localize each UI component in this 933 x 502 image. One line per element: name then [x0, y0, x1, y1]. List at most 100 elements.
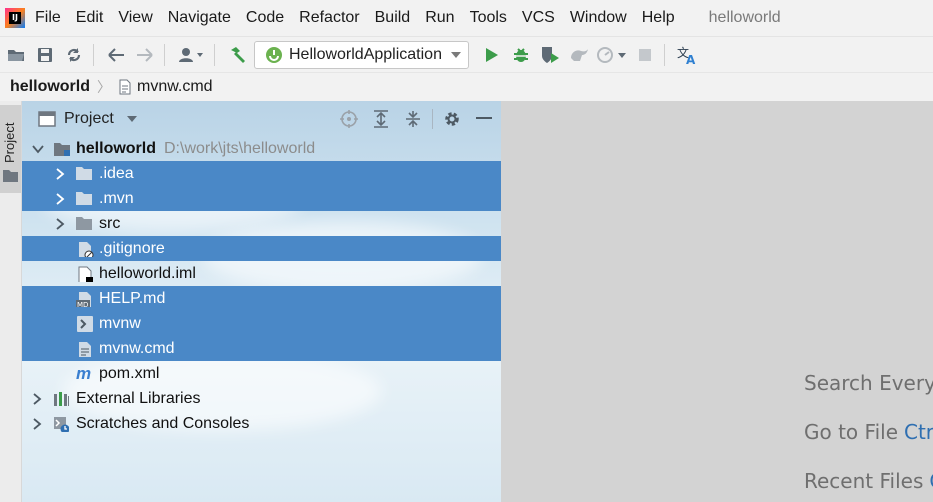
- shell-script-icon: [77, 315, 93, 332]
- expand-all-icon[interactable]: [368, 107, 394, 131]
- tree-root[interactable]: helloworld D:\work\jts\helloworld: [22, 136, 501, 161]
- toolbar-divider: [214, 44, 215, 66]
- menu-refactor[interactable]: Refactor: [292, 0, 367, 36]
- menu-code[interactable]: Code: [239, 0, 292, 36]
- tree-item-src[interactable]: src: [22, 211, 501, 236]
- markdown-file-icon: MD: [76, 291, 91, 307]
- menu-tools[interactable]: Tools: [463, 0, 515, 36]
- recent-files-hint: Recent Files Ctrl: [804, 469, 933, 493]
- svg-text:MD: MD: [77, 301, 88, 307]
- ignored-file-icon: [79, 241, 94, 257]
- tree-item-label: .idea: [99, 164, 134, 182]
- svg-text:A: A: [686, 53, 696, 65]
- editor-empty-area: Search Everywhere Go to File Ctrl Recent …: [501, 101, 933, 502]
- search-everywhere-hint: Search Everywhere: [804, 371, 933, 395]
- breadcrumb-separator-icon: 〉: [97, 79, 111, 95]
- tree-item-mvnw-cmd[interactable]: mvnw.cmd: [22, 336, 501, 361]
- project-tab-label: Project: [2, 122, 17, 163]
- tree-item-pom[interactable]: m pom.xml: [22, 361, 501, 386]
- tree-item-gitignore[interactable]: .gitignore: [22, 236, 501, 261]
- save-icon[interactable]: [32, 42, 58, 68]
- toolbar-divider: [663, 44, 665, 66]
- menu-file[interactable]: File: [35, 0, 69, 36]
- gear-icon[interactable]: [439, 107, 465, 131]
- chevron-right-icon[interactable]: [31, 417, 43, 430]
- collapse-all-icon[interactable]: [400, 107, 426, 131]
- minimize-icon[interactable]: [471, 107, 497, 131]
- user-account-icon[interactable]: [174, 42, 208, 68]
- menu-vcs[interactable]: VCS: [515, 0, 563, 36]
- chevron-right-icon[interactable]: [54, 192, 66, 205]
- menu-run[interactable]: Run: [418, 0, 462, 36]
- tree-item-label: Scratches and Consoles: [76, 414, 250, 432]
- chevron-down-icon[interactable]: [126, 115, 138, 123]
- chevron-down-icon: [450, 52, 461, 58]
- shortcut-key: Ctrl: [929, 469, 933, 493]
- sync-icon[interactable]: [61, 42, 87, 68]
- tree-item-scratches[interactable]: Scratches and Consoles: [22, 411, 501, 436]
- chevron-right-icon[interactable]: [54, 167, 66, 180]
- project-view-icon: [38, 110, 56, 127]
- tree-item-label: mvnw: [99, 314, 141, 332]
- tree-item-label: HELP.md: [99, 289, 166, 307]
- window-title: helloworld: [708, 9, 781, 26]
- menu-build[interactable]: Build: [368, 0, 419, 36]
- breadcrumb-file[interactable]: mvnw.cmd: [137, 78, 213, 96]
- run-configuration-dropdown[interactable]: HelloworldApplication: [254, 41, 469, 69]
- hint-text: Go to File: [804, 420, 898, 444]
- forward-arrow-icon[interactable]: [132, 42, 158, 68]
- profile-icon[interactable]: [566, 42, 592, 68]
- translate-icon[interactable]: 文A: [674, 42, 700, 68]
- tree-item-external-libraries[interactable]: External Libraries: [22, 386, 501, 411]
- folder-icon: [76, 166, 92, 180]
- menu-window[interactable]: Window: [563, 0, 635, 36]
- menu-view[interactable]: View: [111, 0, 160, 36]
- tool-window-strip: Project: [0, 101, 22, 502]
- libraries-icon: [54, 391, 69, 406]
- main-toolbar: HelloworldApplication 文A: [0, 36, 933, 73]
- breadcrumb: helloworld 〉 mvnw.cmd: [0, 72, 933, 101]
- folder-icon: [3, 170, 18, 182]
- menu-edit[interactable]: Edit: [69, 0, 112, 36]
- tree-item-mvn[interactable]: .mvn: [22, 186, 501, 211]
- tree-item-iml[interactable]: helloworld.iml: [22, 261, 501, 286]
- debug-bug-icon[interactable]: [508, 42, 534, 68]
- run-dashboard-icon[interactable]: [595, 42, 629, 68]
- menu-navigate[interactable]: Navigate: [161, 0, 239, 36]
- build-hammer-icon[interactable]: [224, 42, 250, 68]
- breadcrumb-project[interactable]: helloworld: [10, 78, 90, 96]
- folder-icon: [76, 191, 92, 205]
- project-view-title[interactable]: Project: [64, 110, 114, 128]
- run-with-coverage-icon[interactable]: [537, 42, 563, 68]
- toolbar-divider: [164, 44, 165, 66]
- stop-icon[interactable]: [632, 42, 658, 68]
- tree-item-label: pom.xml: [99, 364, 160, 382]
- scratches-icon: [54, 416, 69, 432]
- chevron-right-icon[interactable]: [54, 217, 66, 230]
- spring-boot-icon: [266, 47, 282, 63]
- run-icon[interactable]: [479, 42, 505, 68]
- header-divider: [432, 109, 433, 129]
- folder-icon: [76, 216, 92, 230]
- tree-item-label: External Libraries: [76, 389, 201, 407]
- run-configuration-label: HelloworldApplication: [289, 46, 442, 63]
- locate-file-icon[interactable]: [336, 107, 362, 131]
- hint-text: Search Everywhere: [804, 371, 933, 395]
- hint-text: Recent Files: [804, 469, 924, 493]
- tree-item-help-md[interactable]: MD HELP.md: [22, 286, 501, 311]
- open-folder-icon[interactable]: [3, 42, 29, 68]
- tree-item-idea[interactable]: .idea: [22, 161, 501, 186]
- menu-help[interactable]: Help: [635, 0, 683, 36]
- tree-item-mvnw[interactable]: mvnw: [22, 311, 501, 336]
- project-panel: Project helloworld D:\work\jts\helloworl…: [22, 101, 501, 502]
- project-tree: helloworld D:\work\jts\helloworld .idea .…: [22, 136, 501, 436]
- toolbar-divider: [93, 44, 94, 66]
- tree-item-label: src: [99, 214, 121, 232]
- project-tool-window-tab[interactable]: Project: [0, 105, 21, 193]
- menu-bar: IJ File Edit View Navigate Code Refactor…: [0, 0, 933, 36]
- root-path: D:\work\jts\helloworld: [164, 139, 316, 157]
- back-arrow-icon[interactable]: [103, 42, 129, 68]
- chevron-down-icon[interactable]: [32, 143, 44, 155]
- tree-item-label: .mvn: [99, 189, 134, 207]
- chevron-right-icon[interactable]: [31, 392, 43, 405]
